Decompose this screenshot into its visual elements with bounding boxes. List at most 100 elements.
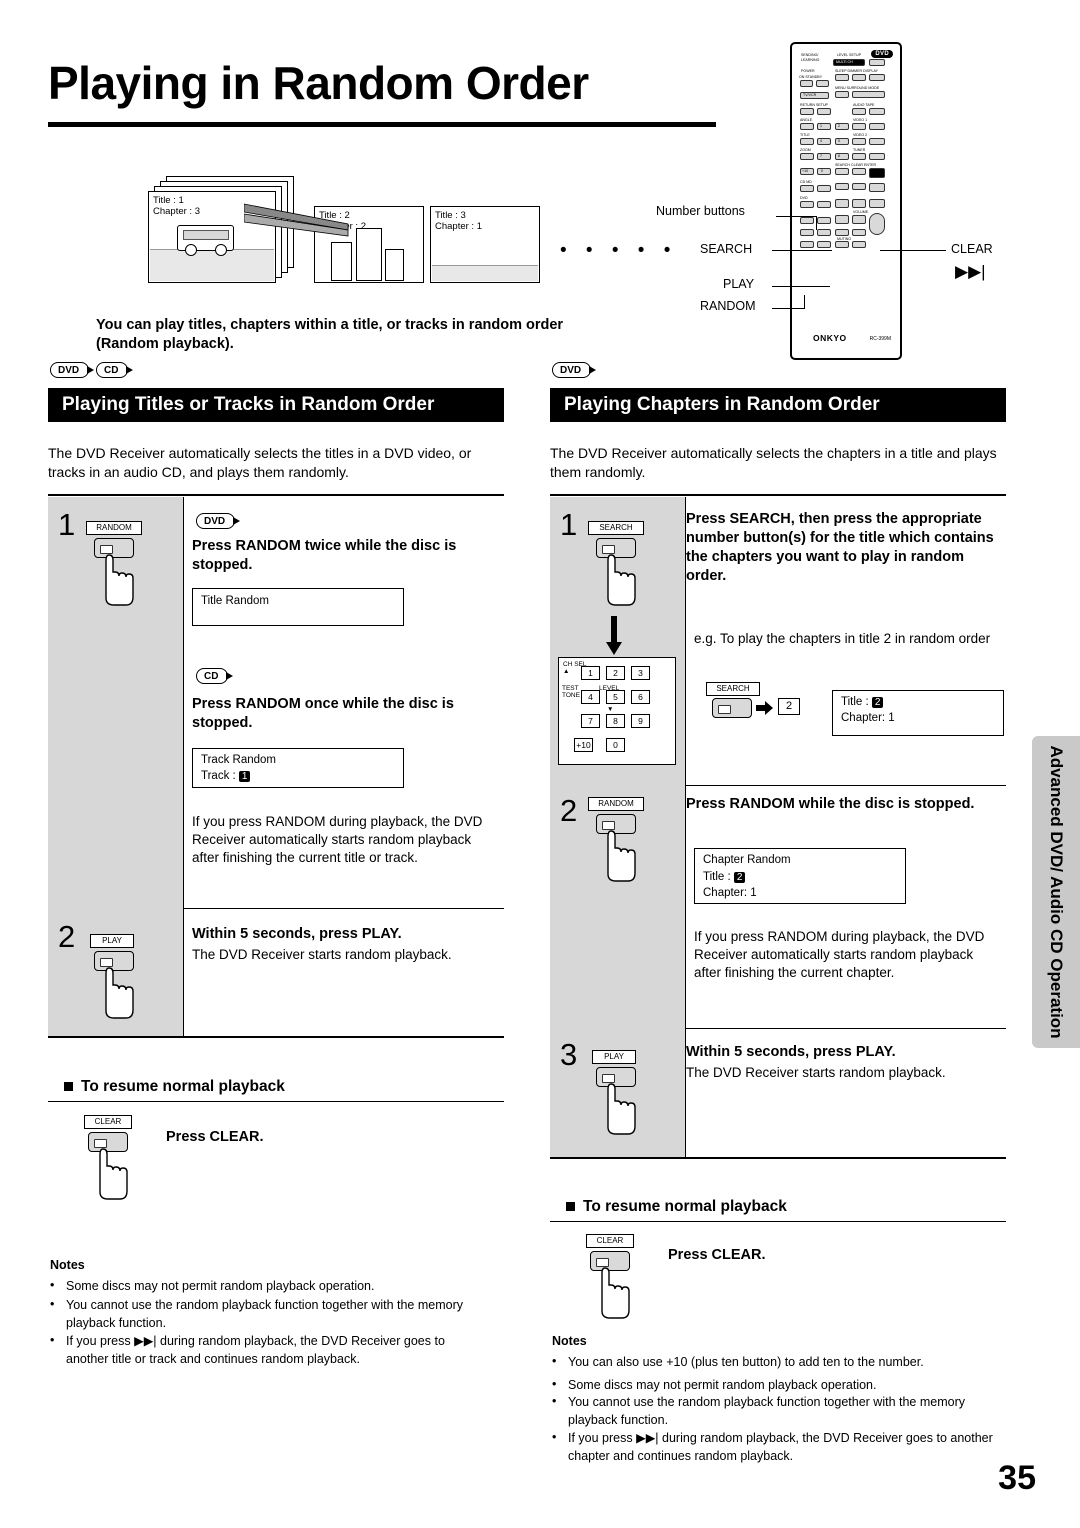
keypad-key-2: 2 xyxy=(606,666,625,680)
right-step-3-body: The DVD Receiver starts random playback. xyxy=(686,1065,946,1080)
remote-clear-button xyxy=(852,168,866,175)
keypad-key-3: 3 xyxy=(631,666,650,680)
left-section-heading: Playing Titles or Tracks in Random Order xyxy=(48,388,504,422)
side-tab: Advanced DVD/ Audio CD Operation xyxy=(1032,736,1080,1048)
intro-paragraph: You can play titles, chapters within a t… xyxy=(96,317,564,352)
frame-1-label: Title : 1 Chapter : 3 xyxy=(153,195,200,217)
right-osd-chapter-badge: 2 xyxy=(733,872,746,883)
right-step-1-search-keybody xyxy=(712,698,752,718)
page-number: 35 xyxy=(998,1459,1036,1497)
down-arrow-icon xyxy=(606,616,622,655)
right-step-1-keycap: SEARCH xyxy=(588,521,644,535)
callout-search: SEARCH xyxy=(700,242,753,256)
callout-random: RANDOM xyxy=(700,299,756,313)
hand-pointer-icon xyxy=(94,1144,128,1200)
keypad-key-7: 7 xyxy=(581,714,600,728)
right-step-2-osd: Chapter Random Title : 2 Chapter: 1 xyxy=(694,848,906,904)
keypad-key-6: 6 xyxy=(631,690,650,704)
left-resume-label: Press CLEAR. xyxy=(166,1129,264,1145)
left-step-1-keycap: RANDOM xyxy=(86,521,142,535)
right-arrow-icon xyxy=(756,701,773,715)
right-note-3: You cannot use the random playback funct… xyxy=(568,1395,965,1427)
left-step-1-number: 1 xyxy=(58,507,76,542)
right-note-4: If you press ▶▶| during random playback,… xyxy=(568,1431,993,1463)
left-resume-heading: To resume normal playback xyxy=(64,1078,285,1096)
hand-pointer-icon xyxy=(596,1263,630,1319)
keypad-key-9: 9 xyxy=(631,714,650,728)
left-note-3: If you press ▶▶| during random playback,… xyxy=(66,1334,445,1366)
remote-random-button xyxy=(800,217,814,224)
remote-control-illustration: DVD SENDING/ LEARNING LEVEL SETUP MULTI … xyxy=(790,42,902,360)
keypad-key-1: 1 xyxy=(581,666,600,680)
disc-illustration: Title : 1 Chapter : 3 Title : 2 Chapter … xyxy=(148,170,588,300)
left-osd-track-badge: 1 xyxy=(238,771,251,782)
right-step-1-number: 1 xyxy=(560,507,578,542)
keypad-key-0: 0 xyxy=(606,738,625,752)
left-note-2: You cannot use the random playback funct… xyxy=(66,1298,463,1330)
left-resume-keycap: CLEAR xyxy=(84,1115,132,1129)
right-step-1-title: Press SEARCH, then press the appropriate… xyxy=(686,511,994,584)
remote-play-button xyxy=(835,199,849,208)
side-tab-label: Advanced DVD/ Audio CD Operation xyxy=(1047,745,1066,1039)
left-step-1-body: If you press RANDOM during playback, the… xyxy=(192,814,483,865)
keypad-key-5: 5 xyxy=(606,690,625,704)
right-resume-heading: To resume normal playback xyxy=(566,1198,787,1216)
hand-pointer-icon xyxy=(602,550,636,606)
hand-pointer-icon xyxy=(602,826,636,882)
left-step-1-tag-cd: CD xyxy=(196,668,234,684)
left-step-1-osd-track-random: Track Random Track : 1 xyxy=(192,748,404,788)
remote-brand-logo: ONKYO xyxy=(813,333,847,343)
callout-clear: CLEAR xyxy=(951,242,993,256)
illustration-ellipsis: • • • • • xyxy=(560,240,678,261)
right-notes-heading: Notes xyxy=(552,1334,587,1348)
title-rule xyxy=(48,122,716,127)
right-step-2-keycap: RANDOM xyxy=(588,797,644,811)
number-keypad-illustration: CH SEL ▲ 1 2 3 TEST TONE LEVEL 4 5 6 ▼ 7… xyxy=(558,657,676,765)
keypad-key-4: 4 xyxy=(581,690,600,704)
manual-page: Playing in Random Order Title : 1 Chapte… xyxy=(0,0,1080,1528)
hand-pointer-icon xyxy=(100,550,134,606)
left-step-2-title: Within 5 seconds, press PLAY. xyxy=(192,926,402,942)
left-step-1-title-cd: Press RANDOM once while the disc is stop… xyxy=(192,696,454,731)
hand-pointer-icon xyxy=(602,1079,636,1135)
left-step-1-osd-title-random: Title Random xyxy=(192,588,404,626)
right-section-heading: Playing Chapters in Random Order xyxy=(550,388,1006,422)
left-step-2-keycap: PLAY xyxy=(90,934,134,948)
right-step-3-number: 3 xyxy=(560,1037,578,1072)
right-step-3-keycap: PLAY xyxy=(592,1050,636,1064)
right-note-2: Some discs may not permit random playbac… xyxy=(568,1378,877,1392)
callout-number-buttons: Number buttons xyxy=(656,204,745,218)
right-resume-keycap: CLEAR xyxy=(586,1234,634,1248)
right-step-1-entered-number: 2 xyxy=(778,698,800,715)
right-resume-label: Press CLEAR. xyxy=(668,1247,766,1263)
keypad-key-plus10: +10 xyxy=(574,738,593,752)
left-disc-tag-dvd: DVD xyxy=(50,362,95,378)
left-step-1-tag-dvd: DVD xyxy=(196,513,241,529)
right-disc-tag-dvd: DVD xyxy=(552,362,597,378)
hand-pointer-icon xyxy=(100,963,134,1019)
left-step-1-title-dvd: Press RANDOM twice while the disc is sto… xyxy=(192,538,457,573)
right-step-1-search-keycap: SEARCH xyxy=(706,682,760,696)
next-track-icon: ▶▶| xyxy=(955,262,986,281)
remote-dvd-logo: DVD xyxy=(871,50,893,58)
page-title: Playing in Random Order xyxy=(48,57,589,109)
right-step-2-number: 2 xyxy=(560,793,578,828)
right-step-2-title: Press RANDOM while the disc is stopped. xyxy=(686,796,975,812)
callout-play: PLAY xyxy=(723,277,755,291)
left-note-1: Some discs may not permit random playbac… xyxy=(66,1279,375,1293)
right-step-3-title: Within 5 seconds, press PLAY. xyxy=(686,1044,896,1060)
illustration-frame-3: Title : 3 Chapter : 1 xyxy=(430,206,540,283)
remote-search-button xyxy=(835,168,849,175)
left-disc-tag-cd: CD xyxy=(96,362,134,378)
right-step-2-body: If you press RANDOM during playback, the… xyxy=(694,929,985,980)
right-step-1-osd: Title : 2 Chapter: 1 xyxy=(832,690,1004,736)
flow-arrows-icon xyxy=(244,203,349,237)
right-note-1: You can also use +10 (plus ten button) t… xyxy=(568,1355,924,1369)
left-section-description: The DVD Receiver automatically selects t… xyxy=(48,445,472,480)
left-notes-heading: Notes xyxy=(50,1258,85,1272)
left-step-2-number: 2 xyxy=(58,919,76,954)
keypad-key-8: 8 xyxy=(606,714,625,728)
remote-model-number: RC-399M xyxy=(869,336,891,342)
right-step-1-example: e.g. To play the chapters in title 2 in … xyxy=(694,631,991,646)
right-section-description: The DVD Receiver automatically selects t… xyxy=(550,445,997,480)
